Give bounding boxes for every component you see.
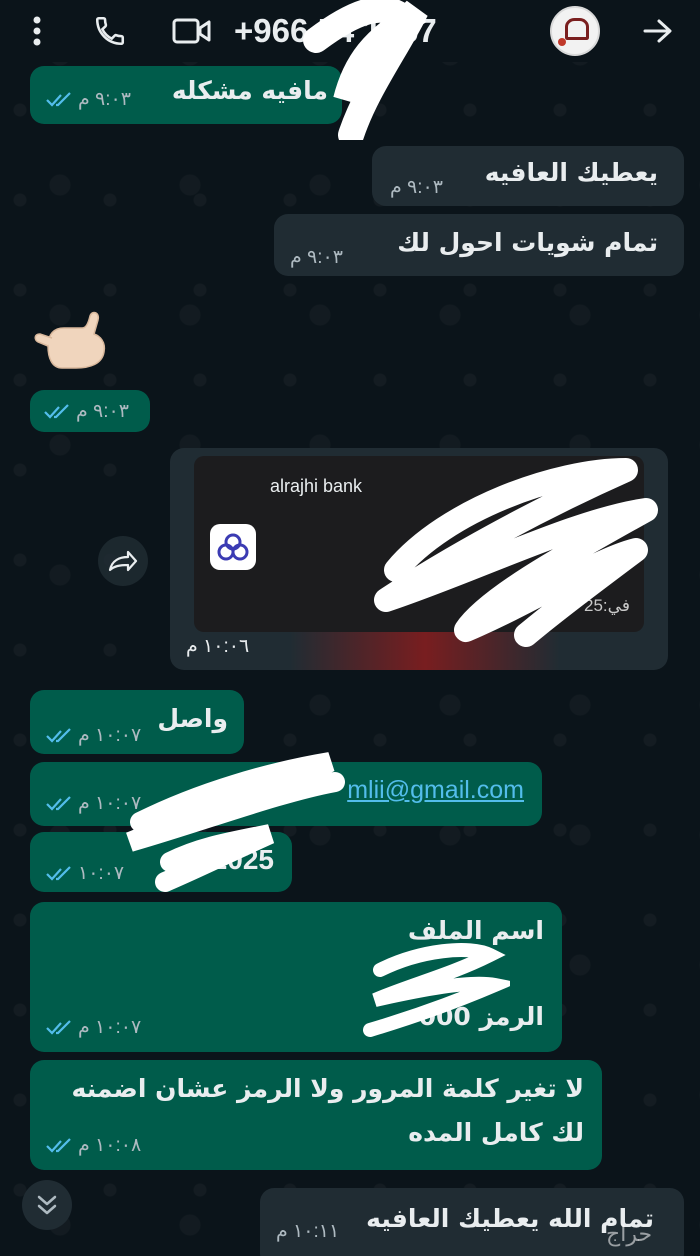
double-check-icon — [46, 865, 71, 881]
message-line: الرمز 000 — [418, 1002, 544, 1031]
message-time: ١٠:٠٧ م — [78, 1017, 142, 1038]
message-time: ٩:٠٣ م — [78, 89, 131, 110]
bank-name: alrajhi bank — [270, 476, 363, 496]
image-message[interactable]: alrajhi bank في:25 ١٠:٠٦ م — [170, 448, 668, 670]
message-time: ١٠:٠٧ م — [78, 793, 142, 814]
chat-header: +966 54 1867 — [0, 0, 700, 62]
message-time: ٩:٠٣ م — [390, 177, 443, 198]
double-check-icon — [44, 403, 69, 419]
bank-screenshot[interactable]: alrajhi bank في:25 — [194, 456, 644, 632]
message-text: يعطيك العافيه — [484, 158, 658, 187]
double-check-icon — [46, 1019, 71, 1035]
alrajhi-logo-icon — [210, 524, 256, 570]
back-arrow-icon[interactable] — [636, 10, 680, 52]
message-bubble-outgoing[interactable]: ٩:٠٣ م — [30, 390, 150, 432]
partial-text: في:25 — [584, 596, 630, 615]
message-line: لا تغير كلمة المرور ولا الرمز عشان اضمنه — [71, 1074, 584, 1103]
message-meta: ٩:٠٣ م — [290, 246, 343, 269]
message-meta: ١٠:٠٧ — [46, 862, 124, 885]
message-text: مافيه مشكله — [171, 76, 328, 105]
menu-icon[interactable] — [22, 10, 52, 52]
message-bubble-incoming[interactable]: تمام شويات احول لك ٩:٠٣ م — [274, 214, 684, 276]
message-meta: ١٠:٠٧ م — [46, 724, 141, 747]
message-text: تمام شويات احول لك — [397, 228, 658, 257]
double-check-icon — [46, 1137, 71, 1153]
message-time: ١٠:٠٧ — [78, 863, 125, 884]
double-check-icon — [46, 795, 71, 811]
double-check-icon — [46, 91, 71, 107]
message-meta: ١٠:٠٧ م — [46, 1016, 141, 1039]
double-check-icon — [46, 727, 71, 743]
message-text: 2025 — [211, 844, 274, 875]
video-icon[interactable] — [168, 10, 216, 52]
message-time: ١٠:٠٦ م — [186, 636, 250, 657]
message-time: ٩:٠٣ م — [290, 247, 343, 268]
message-meta: ٩:٠٣ م — [390, 176, 443, 199]
message-bubble-outgoing[interactable]: لا تغير كلمة المرور ولا الرمز عشان اضمنه… — [30, 1060, 602, 1170]
image-red-strip — [290, 632, 560, 670]
contact-number[interactable]: +966 54 1867 — [234, 10, 437, 52]
message-time: ١٠:١١ م — [276, 1221, 340, 1242]
message-bubble-outgoing[interactable]: 2025 ١٠:٠٧ — [30, 832, 292, 892]
message-bubble-incoming[interactable]: يعطيك العافيه ٩:٠٣ م — [372, 146, 684, 206]
message-meta: ٩:٠٣ م — [46, 88, 131, 111]
forward-button[interactable] — [98, 536, 148, 586]
message-line: لك كامل المده — [408, 1118, 584, 1147]
message-bubble-outgoing[interactable]: مافيه مشكله ٩:٠٣ م — [30, 66, 342, 124]
message-line: اسم الملف — [407, 916, 544, 945]
scroll-down-button[interactable] — [22, 1180, 72, 1230]
forward-icon — [108, 550, 138, 572]
message-bubble-outgoing[interactable]: mlii@gmail.com ١٠:٠٧ م — [30, 762, 542, 826]
message-time: ١٠:٠٧ م — [78, 725, 142, 746]
message-text: واصل — [157, 704, 228, 733]
message-meta: ٩:٠٣ م — [44, 400, 129, 423]
message-bubble-outgoing[interactable]: اسم الملف الرمز 000 ١٠:٠٧ م — [30, 902, 562, 1052]
phone-icon[interactable] — [88, 10, 132, 52]
avatar[interactable] — [550, 6, 600, 56]
message-meta: ١٠:٠٧ م — [46, 792, 141, 815]
message-time: ٩:٠٣ م — [76, 401, 129, 422]
watermark: حراج — [606, 1222, 653, 1247]
message-bubble-outgoing[interactable]: واصل ١٠:٠٧ م — [30, 690, 244, 754]
message-meta: ١٠:١١ م — [276, 1220, 339, 1243]
chevron-down-icon — [37, 1195, 57, 1215]
call-me-hand-emoji — [34, 311, 106, 369]
message-time: ١٠:٠٨ م — [78, 1135, 142, 1156]
email-link[interactable]: mlii@gmail.com — [347, 776, 524, 805]
message-meta: ١٠:٠٨ م — [46, 1134, 141, 1157]
